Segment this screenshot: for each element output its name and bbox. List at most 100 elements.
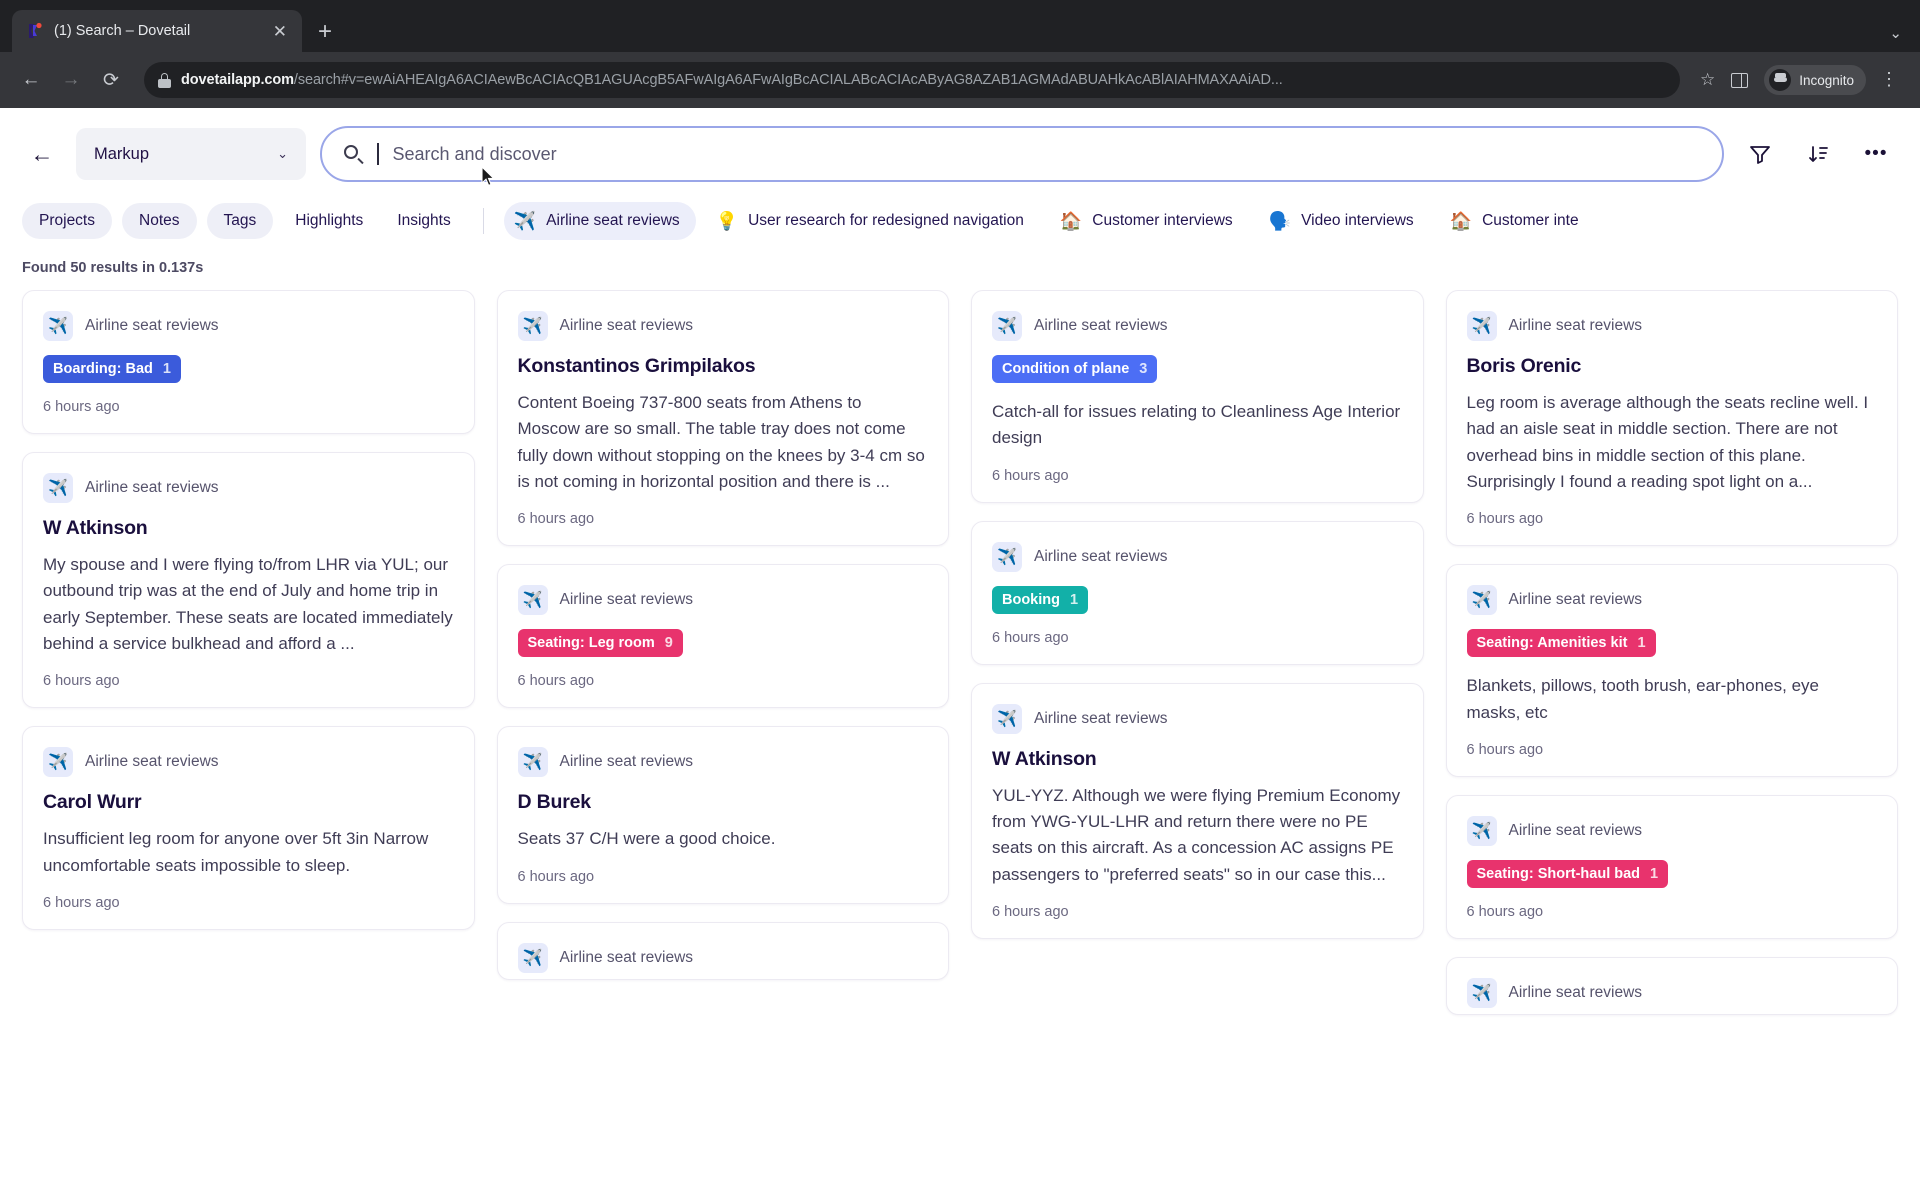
browser-tab[interactable]: (1) Search – Dovetail ✕ [12, 10, 302, 52]
chip-notes[interactable]: Notes [122, 203, 197, 239]
result-card[interactable]: ✈️ Airline seat reviews Seating: Short-h… [1445, 795, 1898, 940]
browser-menu-icon[interactable]: ⋮ [1872, 70, 1906, 88]
source-label: Airline seat reviews [1508, 317, 1643, 334]
result-card[interactable]: ✈️ Airline seat reviews Booking 1 6 hour… [971, 520, 1424, 665]
result-card[interactable]: ✈️ Airline seat reviews Condition of pla… [971, 290, 1424, 503]
forward-button[interactable]: → [54, 63, 88, 97]
card-source: ✈️ Airline seat reviews [1466, 311, 1878, 341]
card-body: Blankets, pillows, tooth brush, ear-phon… [1466, 676, 1819, 722]
result-card[interactable]: ✈️ Airline seat reviews Konstantinos Gri… [496, 290, 949, 547]
result-card[interactable]: ✈️ Airline seat reviews Boarding: Bad 1 … [22, 290, 475, 434]
incognito-avatar-icon [1769, 69, 1792, 91]
back-button[interactable]: ← [14, 63, 48, 97]
source-label: Airline seat reviews [1034, 709, 1168, 727]
chevron-down-icon[interactable]: ⌄ [1889, 24, 1902, 42]
source-label: Airline seat reviews [1508, 822, 1643, 840]
tag-badge[interactable]: Seating: Leg room 9 [517, 629, 683, 658]
airplane-icon: ✈️ [992, 311, 1022, 341]
result-card[interactable]: ✈️ Airline seat reviews Carol Wurr Insuf… [22, 726, 475, 931]
airplane-icon: ✈️ [1466, 585, 1497, 616]
results-count: Found 50 results in 0.137s [22, 260, 204, 276]
tag-label: Seating: Amenities kit [1476, 635, 1628, 652]
result-card[interactable]: ✈️ Airline seat reviews Boris Orenic Leg… [1445, 290, 1898, 547]
card-source: ✈️ Airline seat reviews [1466, 978, 1878, 1009]
chip-project-airline-seat-reviews[interactable]: ✈️ Airline seat reviews [503, 202, 696, 240]
card-title: Konstantinos Grimpilakos [517, 355, 756, 377]
browser-window: (1) Search – Dovetail ✕ + ⌄ ← → ⟳ doveta… [0, 0, 1920, 1200]
search-icon [344, 144, 364, 164]
close-icon[interactable]: ✕ [268, 20, 292, 43]
card-source: ✈️ Airline seat reviews [992, 311, 1403, 341]
card-timestamp: 6 hours ago [43, 399, 120, 415]
new-tab-button[interactable]: + [318, 20, 332, 44]
tag-badge[interactable]: Boarding: Bad 1 [43, 355, 181, 383]
tag-label: Booking [1002, 591, 1060, 608]
source-label: Airline seat reviews [1508, 591, 1643, 609]
card-source: ✈️ Airline seat reviews [517, 942, 929, 973]
chip-insights[interactable]: Insights [385, 203, 462, 239]
result-card[interactable]: ✈️ Airline seat reviews W Atkinson YUL-Y… [971, 682, 1424, 940]
result-card[interactable]: ✈️ Airline seat reviews W Atkinson My sp… [22, 452, 475, 709]
chip-tags[interactable]: Tags [206, 203, 274, 239]
tag-badge[interactable]: Seating: Short-haul bad 1 [1466, 860, 1669, 889]
scope-dropdown[interactable]: Markup ⌄ [76, 128, 306, 180]
chip-project-video-interviews[interactable]: 🗣️ Video interviews [1259, 202, 1430, 240]
airplane-icon: ✈️ [992, 703, 1022, 734]
tab-strip: (1) Search – Dovetail ✕ + ⌄ [0, 0, 1920, 52]
airplane-icon: ✈️ [513, 211, 537, 231]
airplane-icon: ✈️ [517, 585, 548, 616]
card-source: ✈️ Airline seat reviews [517, 311, 929, 341]
sort-icon[interactable] [1796, 132, 1840, 176]
tag-badge[interactable]: Seating: Amenities kit 1 [1466, 629, 1656, 658]
tag-label: Seating: Short-haul bad [1476, 866, 1641, 883]
more-options-icon[interactable]: ••• [1854, 132, 1898, 176]
airplane-icon: ✈️ [43, 747, 73, 778]
text-caret [377, 143, 379, 165]
tab-title: (1) Search – Dovetail [54, 23, 191, 39]
chip-highlights[interactable]: Highlights [283, 203, 375, 239]
card-timestamp: 6 hours ago [517, 868, 595, 885]
dovetail-app: ← Markup ⌄ Search and discover ••• Proje… [0, 108, 1920, 1200]
tag-badge[interactable]: Condition of plane 3 [992, 355, 1158, 383]
bookmark-star-icon[interactable]: ☆ [1696, 70, 1719, 90]
result-card-partial[interactable]: ✈️ Airline seat reviews [1445, 957, 1898, 1016]
filter-icon[interactable] [1738, 132, 1782, 176]
tag-count: 3 [1139, 361, 1148, 377]
results-column-2: ✈️ Airline seat reviews Konstantinos Gri… [496, 290, 949, 980]
airplane-icon: ✈️ [1466, 311, 1497, 341]
source-label: Airline seat reviews [85, 317, 219, 334]
dovetail-favicon-icon [26, 22, 44, 40]
chip-project-customer-interviews-2[interactable]: 🏠 Customer inte [1440, 202, 1595, 240]
result-card[interactable]: ✈️ Airline seat reviews D Burek Seats 37… [496, 726, 949, 904]
url-text: dovetailapp.com/search#v=ewAiAHEAIgA6ACI… [181, 72, 1283, 88]
lightbulb-icon: 💡 [715, 211, 739, 231]
result-card[interactable]: ✈️ Airline seat reviews Seating: Leg roo… [496, 564, 949, 709]
tag-count: 1 [1070, 591, 1079, 608]
card-timestamp: 6 hours ago [43, 673, 120, 690]
search-input[interactable]: Search and discover [320, 126, 1724, 182]
chip-project-customer-interviews[interactable]: 🏠 Customer interviews [1050, 202, 1249, 240]
airplane-icon: ✈️ [992, 541, 1022, 572]
card-source: ✈️ Airline seat reviews [1466, 585, 1878, 616]
chip-divider [482, 208, 484, 234]
card-source: ✈️ Airline seat reviews [992, 703, 1403, 734]
chip-project-user-research[interactable]: 💡 User research for redesigned navigatio… [706, 202, 1040, 240]
tag-badge[interactable]: Booking 1 [992, 585, 1089, 614]
card-source: ✈️ Airline seat reviews [992, 541, 1403, 572]
url-path: /search#v=ewAiAHEAIgA6ACIAewBcACIAcQB1AG… [293, 72, 1283, 88]
source-label: Airline seat reviews [559, 591, 694, 609]
result-card-partial[interactable]: ✈️ Airline seat reviews [496, 921, 949, 980]
result-card[interactable]: ✈️ Airline seat reviews Seating: Ameniti… [1445, 564, 1898, 778]
incognito-indicator[interactable]: Incognito [1764, 65, 1866, 95]
reload-button[interactable]: ⟳ [94, 63, 128, 97]
url-domain: dovetailapp.com [181, 72, 294, 88]
address-bar[interactable]: dovetailapp.com/search#v=ewAiAHEAIgA6ACI… [144, 62, 1680, 98]
card-body: Leg room is average although the seats r… [1466, 393, 1869, 492]
app-back-icon[interactable]: ← [22, 134, 62, 174]
side-panel-icon[interactable] [1731, 72, 1749, 88]
lock-icon [158, 72, 171, 88]
card-timestamp: 6 hours ago [517, 673, 595, 690]
search-placeholder: Search and discover [392, 143, 557, 164]
chip-projects[interactable]: Projects [22, 203, 112, 239]
tag-label: Condition of plane [1002, 361, 1130, 377]
